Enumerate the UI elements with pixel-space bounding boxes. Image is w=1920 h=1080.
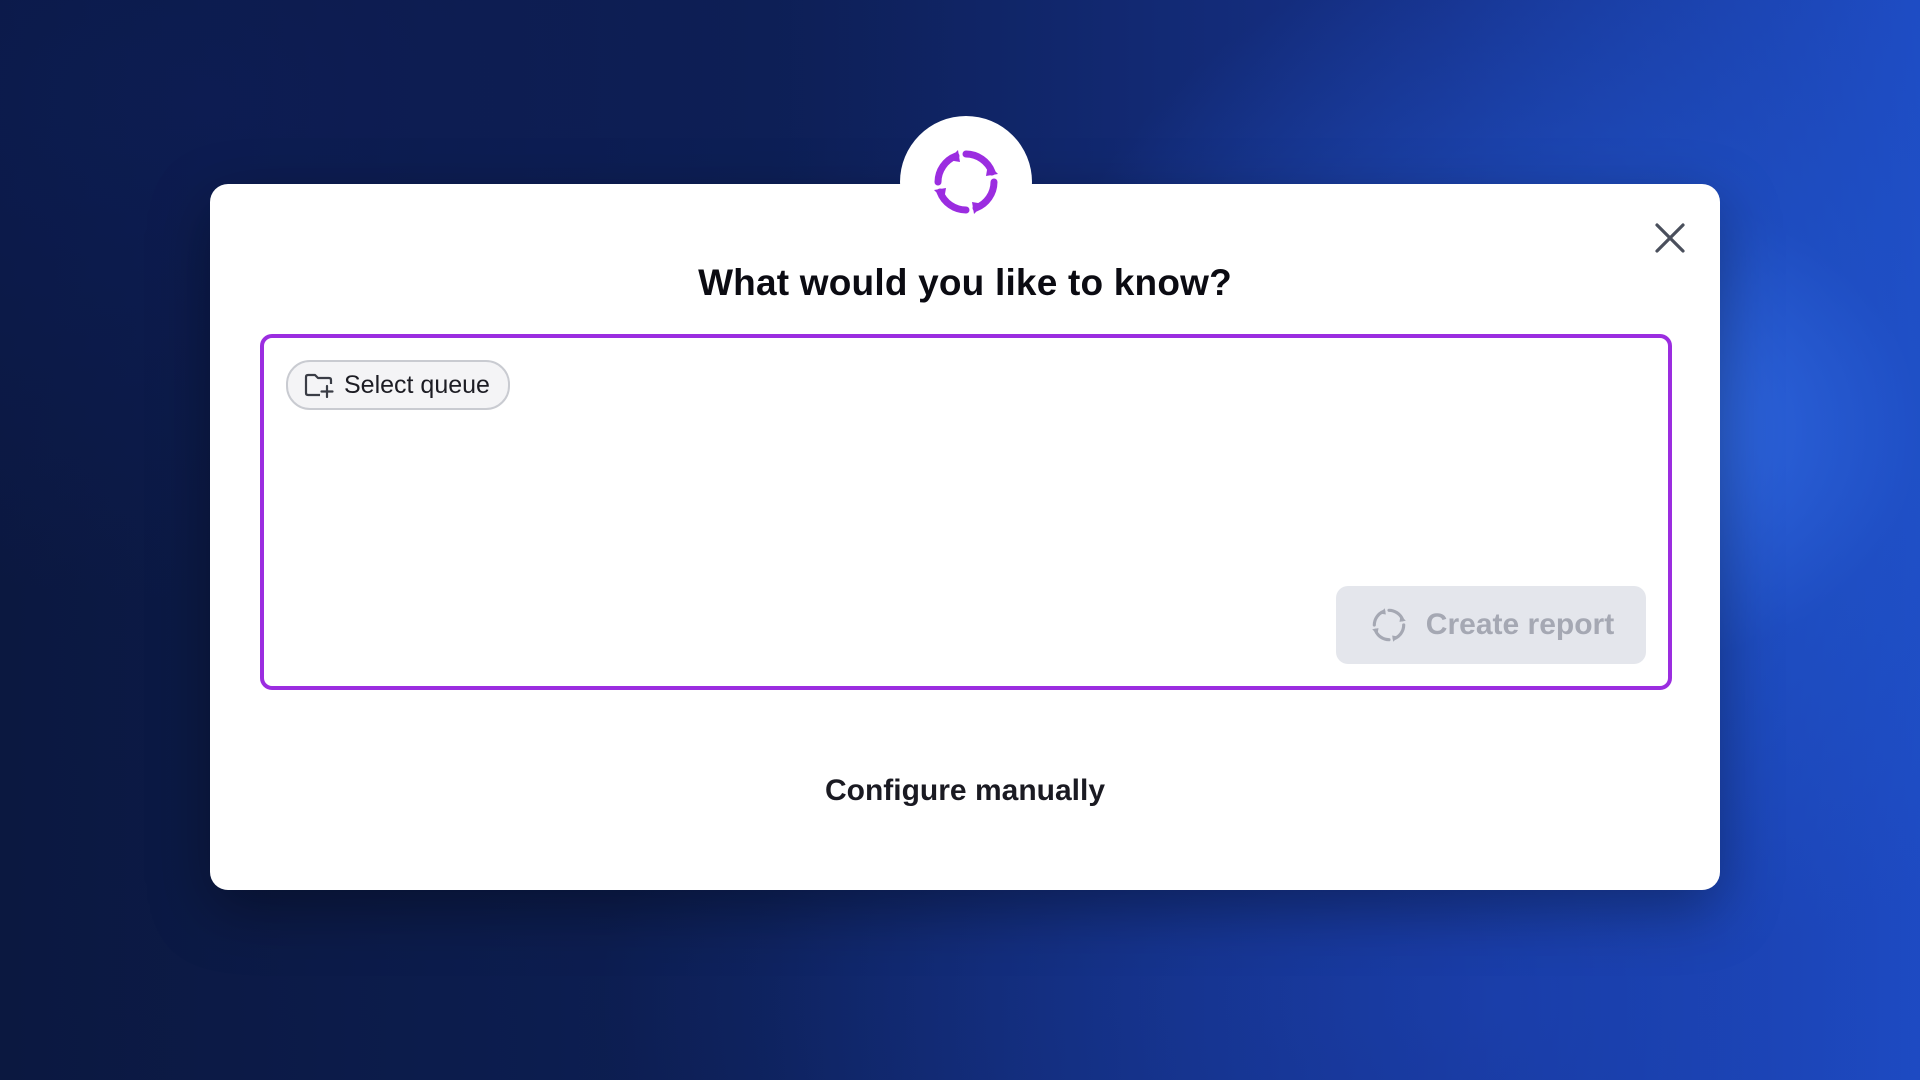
app-logo <box>900 116 1032 248</box>
select-queue-label: Select queue <box>344 370 490 399</box>
folder-plus-icon <box>304 373 334 398</box>
prompt-box[interactable]: Select queue Create report <box>260 334 1672 690</box>
swirl-icon <box>1371 608 1406 642</box>
prompt-input[interactable] <box>286 426 1640 580</box>
create-report-label: Create report <box>1425 608 1615 641</box>
report-dialog: What would you like to know? Select queu… <box>210 184 1720 890</box>
close-icon <box>1655 223 1685 253</box>
swirl-logo-icon <box>934 150 998 214</box>
dialog-title: What would you like to know? <box>698 262 1232 303</box>
create-report-button[interactable]: Create report <box>1336 586 1646 664</box>
configure-manually-link[interactable]: Configure manually <box>210 774 1720 808</box>
close-button[interactable] <box>1650 218 1690 258</box>
select-queue-button[interactable]: Select queue <box>286 360 510 410</box>
